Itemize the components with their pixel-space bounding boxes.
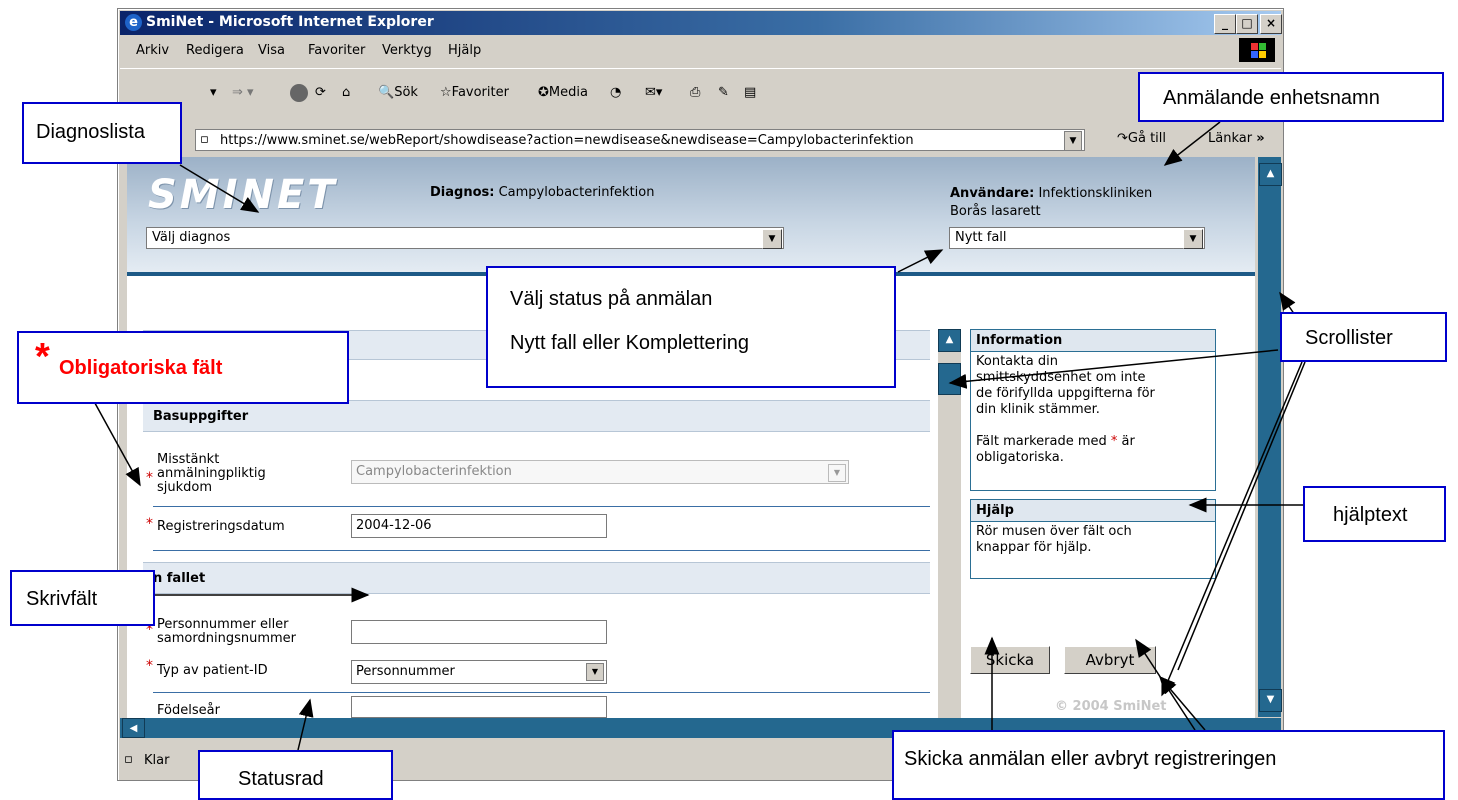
callout-status: Välj status på anmälan Nytt fall eller K… xyxy=(486,266,896,388)
callout-unit-name: Anmälande enhetsnamn xyxy=(1138,72,1444,122)
arrow-statusbar xyxy=(297,698,314,751)
arrow-unit-name xyxy=(1163,121,1221,166)
callout-diagnoslista: Diagnoslista xyxy=(22,102,182,164)
callout-helptext: hjälptext xyxy=(1303,486,1446,542)
callout-unit-name-text: Anmälande enhetsnamn xyxy=(1163,87,1380,109)
callout-textfield: Skrivfält xyxy=(10,570,155,626)
callout-mandatory: * Obligatoriska fält xyxy=(17,331,349,404)
arrow-scroll-hint-2 xyxy=(1177,361,1306,671)
callout-mandatory-text: Obligatoriska fält xyxy=(59,357,223,379)
callout-send-cancel-text: Skicka anmälan eller avbryt registrering… xyxy=(904,748,1277,770)
arrow-status xyxy=(897,249,944,273)
arrow-cancel-2 xyxy=(1159,675,1206,731)
callout-helptext-text: hjälptext xyxy=(1333,504,1408,526)
callout-status-line2: Nytt fall eller Komplettering xyxy=(510,332,749,354)
callout-send-cancel: Skicka anmälan eller avbryt registrering… xyxy=(892,730,1445,800)
arrow-scroll-form xyxy=(948,349,1279,389)
callout-diagnoslista-text: Diagnoslista xyxy=(36,121,145,143)
callout-scroll-text: Scrollister xyxy=(1305,327,1393,349)
callout-scroll: Scrollister xyxy=(1280,312,1447,362)
callout-statusbar-text: Statusrad xyxy=(238,768,324,790)
callout-status-line1: Välj status på anmälan xyxy=(510,288,713,310)
callout-mandatory-star: * xyxy=(35,336,50,378)
callout-textfield-text: Skrivfält xyxy=(26,588,98,610)
callout-statusbar: Statusrad xyxy=(198,750,393,800)
arrow-cancel xyxy=(1135,638,1196,731)
arrow-diagnoslista xyxy=(179,164,260,213)
arrow-scroll-hint xyxy=(1161,361,1303,697)
